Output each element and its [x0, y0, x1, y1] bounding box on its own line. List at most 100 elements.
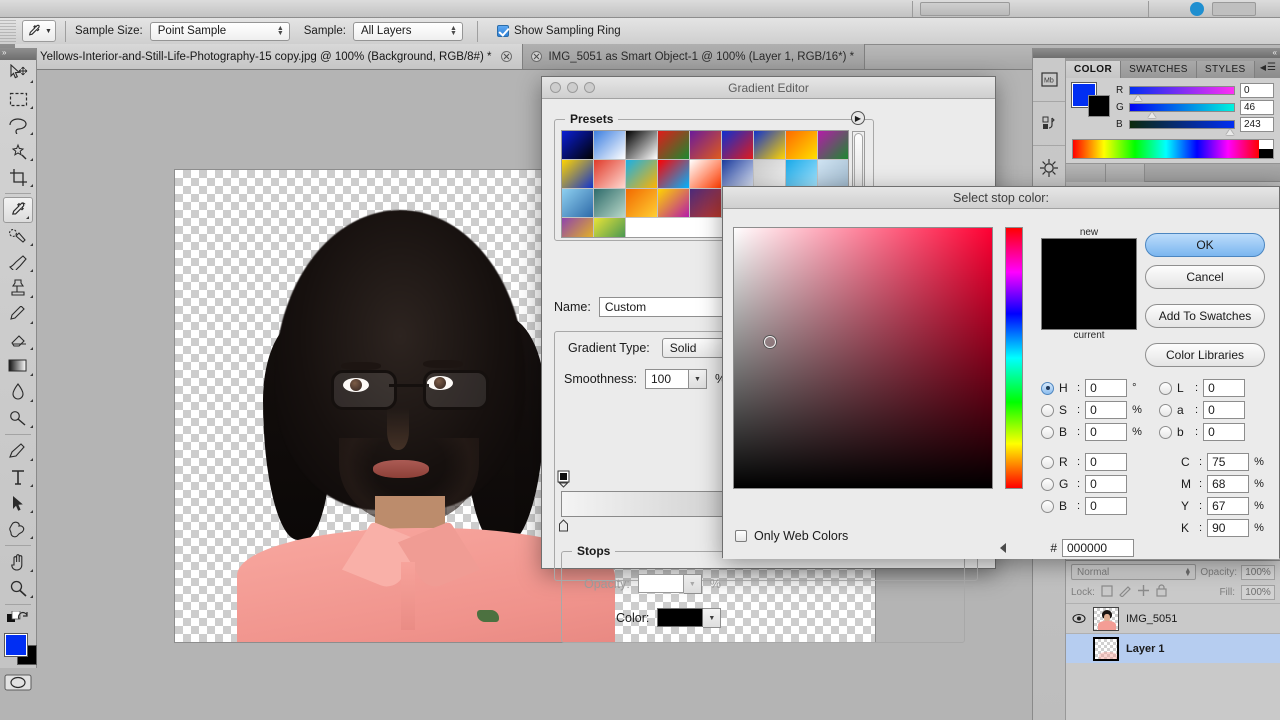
- field-row-b-blue[interactable]: B: 0: [1041, 495, 1153, 517]
- close-icon[interactable]: [531, 51, 543, 62]
- marquee-tool[interactable]: [0, 86, 36, 112]
- color-libraries-button[interactable]: Color Libraries: [1145, 343, 1265, 367]
- close-icon[interactable]: [501, 51, 513, 62]
- mini-bridge-icon[interactable]: Mb: [1033, 58, 1065, 102]
- hex-input[interactable]: 000000: [1062, 539, 1134, 557]
- minimize-icon[interactable]: [567, 82, 578, 93]
- radio-a[interactable]: [1159, 403, 1172, 417]
- field-row-b-brightness[interactable]: B: 0 %: [1041, 421, 1153, 443]
- color-panel-swatches[interactable]: [1071, 82, 1110, 117]
- slider-value-b[interactable]: 243: [1240, 116, 1274, 132]
- tab-document-1[interactable]: Yellows-Interior-and-Still-Life-Photogra…: [15, 44, 524, 69]
- field-row-k[interactable]: K: 90 %: [1159, 517, 1279, 539]
- zoom-icon[interactable]: [584, 82, 595, 93]
- radio-b-blue[interactable]: [1041, 499, 1054, 513]
- input-s[interactable]: 0: [1085, 401, 1128, 419]
- eraser-tool[interactable]: [0, 327, 36, 353]
- field-row-l[interactable]: L: 0: [1159, 377, 1279, 399]
- add-to-swatches-button[interactable]: Add To Swatches: [1145, 304, 1265, 328]
- brush-tool[interactable]: [0, 249, 36, 275]
- sample-size-select[interactable]: Point Sample ▲ ▼: [149, 21, 290, 41]
- opacity-value[interactable]: 100%: [1241, 564, 1275, 580]
- collapsed-panel-tab[interactable]: [1105, 163, 1146, 182]
- field-row-m[interactable]: M: 68 %: [1159, 473, 1279, 495]
- color-stop-marker[interactable]: [557, 519, 570, 537]
- eye-icon[interactable]: [1072, 612, 1086, 626]
- dodge-tool[interactable]: [0, 405, 36, 431]
- gradient-preset-3[interactable]: [658, 131, 690, 160]
- input-l[interactable]: 0: [1203, 379, 1246, 397]
- adjustments-icon[interactable]: [1033, 146, 1065, 190]
- opacity-stop-marker[interactable]: [557, 470, 570, 488]
- gradient-preset-11[interactable]: [626, 160, 658, 189]
- radio-s[interactable]: [1041, 403, 1054, 417]
- history-icon[interactable]: [1033, 102, 1065, 146]
- lock-image-icon[interactable]: [1119, 585, 1131, 600]
- layer-thumbnail[interactable]: [1093, 606, 1119, 631]
- gradient-preset-4[interactable]: [690, 131, 722, 160]
- gradient-preset-19[interactable]: [594, 189, 626, 218]
- gradient-preset-10[interactable]: [594, 160, 626, 189]
- tab-swatches[interactable]: SWATCHES: [1121, 61, 1197, 78]
- color-field[interactable]: [733, 227, 993, 489]
- gradient-preset-21[interactable]: [658, 189, 690, 218]
- gradient-preset-2[interactable]: [626, 131, 658, 160]
- close-icon[interactable]: [550, 82, 561, 93]
- gradient-preset-22[interactable]: [690, 189, 722, 218]
- gradient-tool[interactable]: [0, 353, 36, 379]
- input-m[interactable]: 68: [1207, 475, 1250, 493]
- gradient-preset-5[interactable]: [722, 131, 754, 160]
- opacity-value-field[interactable]: [637, 574, 684, 593]
- opacity-stepper-icon[interactable]: ▼: [683, 574, 702, 594]
- foreground-color-swatch[interactable]: [4, 633, 28, 657]
- gradient-preset-6[interactable]: [754, 131, 786, 160]
- color-spectrum-ramp[interactable]: [1072, 139, 1274, 159]
- field-row-h[interactable]: H: 0 °: [1041, 377, 1153, 399]
- blur-tool[interactable]: [0, 379, 36, 405]
- clone-stamp-tool[interactable]: [0, 275, 36, 301]
- gradient-preset-13[interactable]: [690, 160, 722, 189]
- only-web-colors-checkbox[interactable]: Only Web Colors: [735, 529, 848, 543]
- lock-transparent-icon[interactable]: [1101, 584, 1113, 600]
- slider-track-r[interactable]: [1129, 85, 1235, 95]
- healing-brush-tool[interactable]: [0, 223, 36, 249]
- dock-handle[interactable]: «: [1033, 48, 1280, 58]
- background-color-swatch[interactable]: [1088, 95, 1110, 117]
- input-b-brightness[interactable]: 0: [1085, 423, 1128, 441]
- input-r[interactable]: 0: [1085, 453, 1128, 471]
- field-row-a[interactable]: a: 0: [1159, 399, 1279, 421]
- slider-row-g[interactable]: G 46: [1116, 99, 1274, 115]
- collapsed-panel-tab[interactable]: [1066, 163, 1106, 182]
- eyedropper-tool[interactable]: [3, 197, 33, 223]
- input-b-blue[interactable]: 0: [1085, 497, 1128, 515]
- radio-b-brightness[interactable]: [1041, 425, 1054, 439]
- radio-g[interactable]: [1041, 477, 1054, 491]
- input-a[interactable]: 0: [1203, 401, 1246, 419]
- gradient-preset-20[interactable]: [626, 189, 658, 218]
- gradient-preset-14[interactable]: [722, 160, 754, 189]
- tab-document-2[interactable]: IMG_5051 as Smart Object-1 @ 100% (Layer…: [523, 44, 866, 69]
- options-bar-grip[interactable]: [0, 17, 16, 45]
- quick-mask-toggle[interactable]: [0, 671, 36, 693]
- eye-icon-off[interactable]: [1072, 642, 1086, 656]
- gradient-preset-15[interactable]: [754, 160, 786, 189]
- slider-track-g[interactable]: [1129, 102, 1235, 112]
- path-selection-tool[interactable]: [0, 490, 36, 516]
- zoom-tool[interactable]: [0, 575, 36, 601]
- show-sampling-ring-checkbox[interactable]: Show Sampling Ring: [496, 25, 621, 37]
- color-field-cursor[interactable]: [764, 336, 776, 348]
- gradient-preset-0[interactable]: [562, 131, 594, 160]
- radio-r[interactable]: [1041, 455, 1054, 469]
- panel-menu-icon[interactable]: ◀ ☰: [1260, 62, 1276, 73]
- eyedropper-icon[interactable]: ▼: [22, 20, 56, 42]
- select-stop-color-ok-button[interactable]: OK: [1145, 233, 1265, 257]
- input-c[interactable]: 75: [1207, 453, 1250, 471]
- hue-slider-handle[interactable]: [1000, 543, 1006, 553]
- slider-value-r[interactable]: 0: [1240, 82, 1274, 98]
- gradient-preset-1[interactable]: [594, 131, 626, 160]
- window-controls[interactable]: [550, 82, 595, 93]
- crop-tool[interactable]: [0, 164, 36, 190]
- stop-color-swatch[interactable]: [657, 608, 704, 627]
- tab-styles[interactable]: STYLES: [1196, 61, 1255, 78]
- field-row-r[interactable]: R: 0: [1041, 451, 1153, 473]
